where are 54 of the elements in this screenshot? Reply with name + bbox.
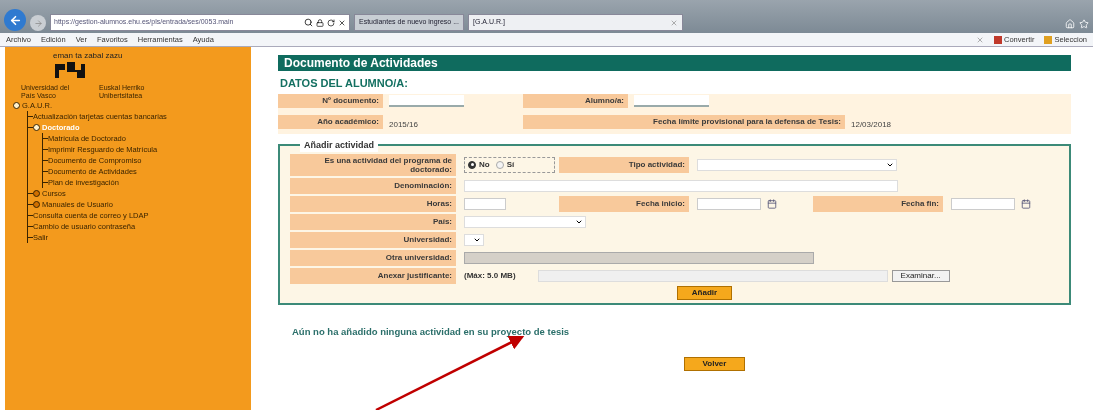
input-field[interactable] xyxy=(464,197,506,210)
favorites-icon[interactable] xyxy=(1079,19,1089,29)
back-button[interactable]: Volver xyxy=(683,356,746,371)
section-title: DATOS DEL ALUMNO/A: xyxy=(279,76,409,91)
field-label: Tipo actividad: xyxy=(559,156,689,173)
field-label: Alumno/a: xyxy=(523,93,628,108)
field-label: Fecha inicio: xyxy=(559,195,689,212)
form-legend: Añadir actividad xyxy=(300,138,379,152)
collapse-icon[interactable] xyxy=(13,102,20,109)
field-label: País: xyxy=(290,213,456,230)
radio-button[interactable] xyxy=(495,160,504,169)
page-title-bar: Documento de Actividades xyxy=(278,55,1071,71)
close-tab-icon[interactable] xyxy=(670,18,678,27)
back-button[interactable] xyxy=(4,9,26,31)
field-label: Universidad: xyxy=(290,231,456,248)
calendar-icon[interactable] xyxy=(767,198,777,209)
field-label: Denominación: xyxy=(290,177,456,194)
forward-arrow-icon xyxy=(33,18,43,28)
field-label: Horas: xyxy=(290,195,456,212)
add-button[interactable]: Añadir xyxy=(676,285,733,300)
dropdown[interactable] xyxy=(697,158,897,171)
field-label: Otra universidad: xyxy=(290,249,456,266)
search-icon[interactable] xyxy=(304,18,313,27)
field-label: Fecha límite provisional para la defensa de Tesis: xyxy=(523,114,845,129)
expand-icon[interactable] xyxy=(33,201,40,208)
close-icon[interactable] xyxy=(338,18,346,27)
field-value: 2015/16 xyxy=(389,119,418,129)
field-value: 12/03/2018 xyxy=(851,119,892,129)
forward-button[interactable] xyxy=(30,15,46,31)
refresh-icon[interactable] xyxy=(327,18,335,27)
field-label: Fecha fin: xyxy=(813,195,943,212)
field-label: Es una actividad del programa de doctorado: xyxy=(290,153,456,176)
radio-label: Sí xyxy=(506,158,515,171)
field-label: Año académico: xyxy=(278,114,383,129)
collapse-icon[interactable] xyxy=(33,124,40,131)
radio-button[interactable] xyxy=(468,160,476,169)
home-icon[interactable] xyxy=(1065,19,1075,29)
lock-icon xyxy=(316,18,324,27)
browse-button[interactable]: Examinar... xyxy=(891,269,950,282)
dropdown[interactable] xyxy=(464,233,484,246)
empty-message: Aún no ha añadido ninguna actividad en su proyecto de tesis xyxy=(292,324,571,339)
date-field[interactable] xyxy=(951,197,1015,210)
date-field[interactable] xyxy=(697,197,761,210)
field-label: Nº documento: xyxy=(278,93,383,108)
radio-label: No xyxy=(479,158,490,171)
back-arrow-icon xyxy=(8,13,22,27)
input-field[interactable] xyxy=(464,179,898,192)
logo-motto: eman ta zabal zazu xyxy=(53,51,123,60)
size-note: (Máx: 5.0 MB) xyxy=(464,269,516,282)
dropdown[interactable] xyxy=(464,215,586,228)
calendar-icon[interactable] xyxy=(1021,198,1031,209)
file-field[interactable] xyxy=(537,269,888,282)
field-label: Anexar justificante: xyxy=(290,267,456,284)
expand-icon[interactable] xyxy=(33,190,40,197)
